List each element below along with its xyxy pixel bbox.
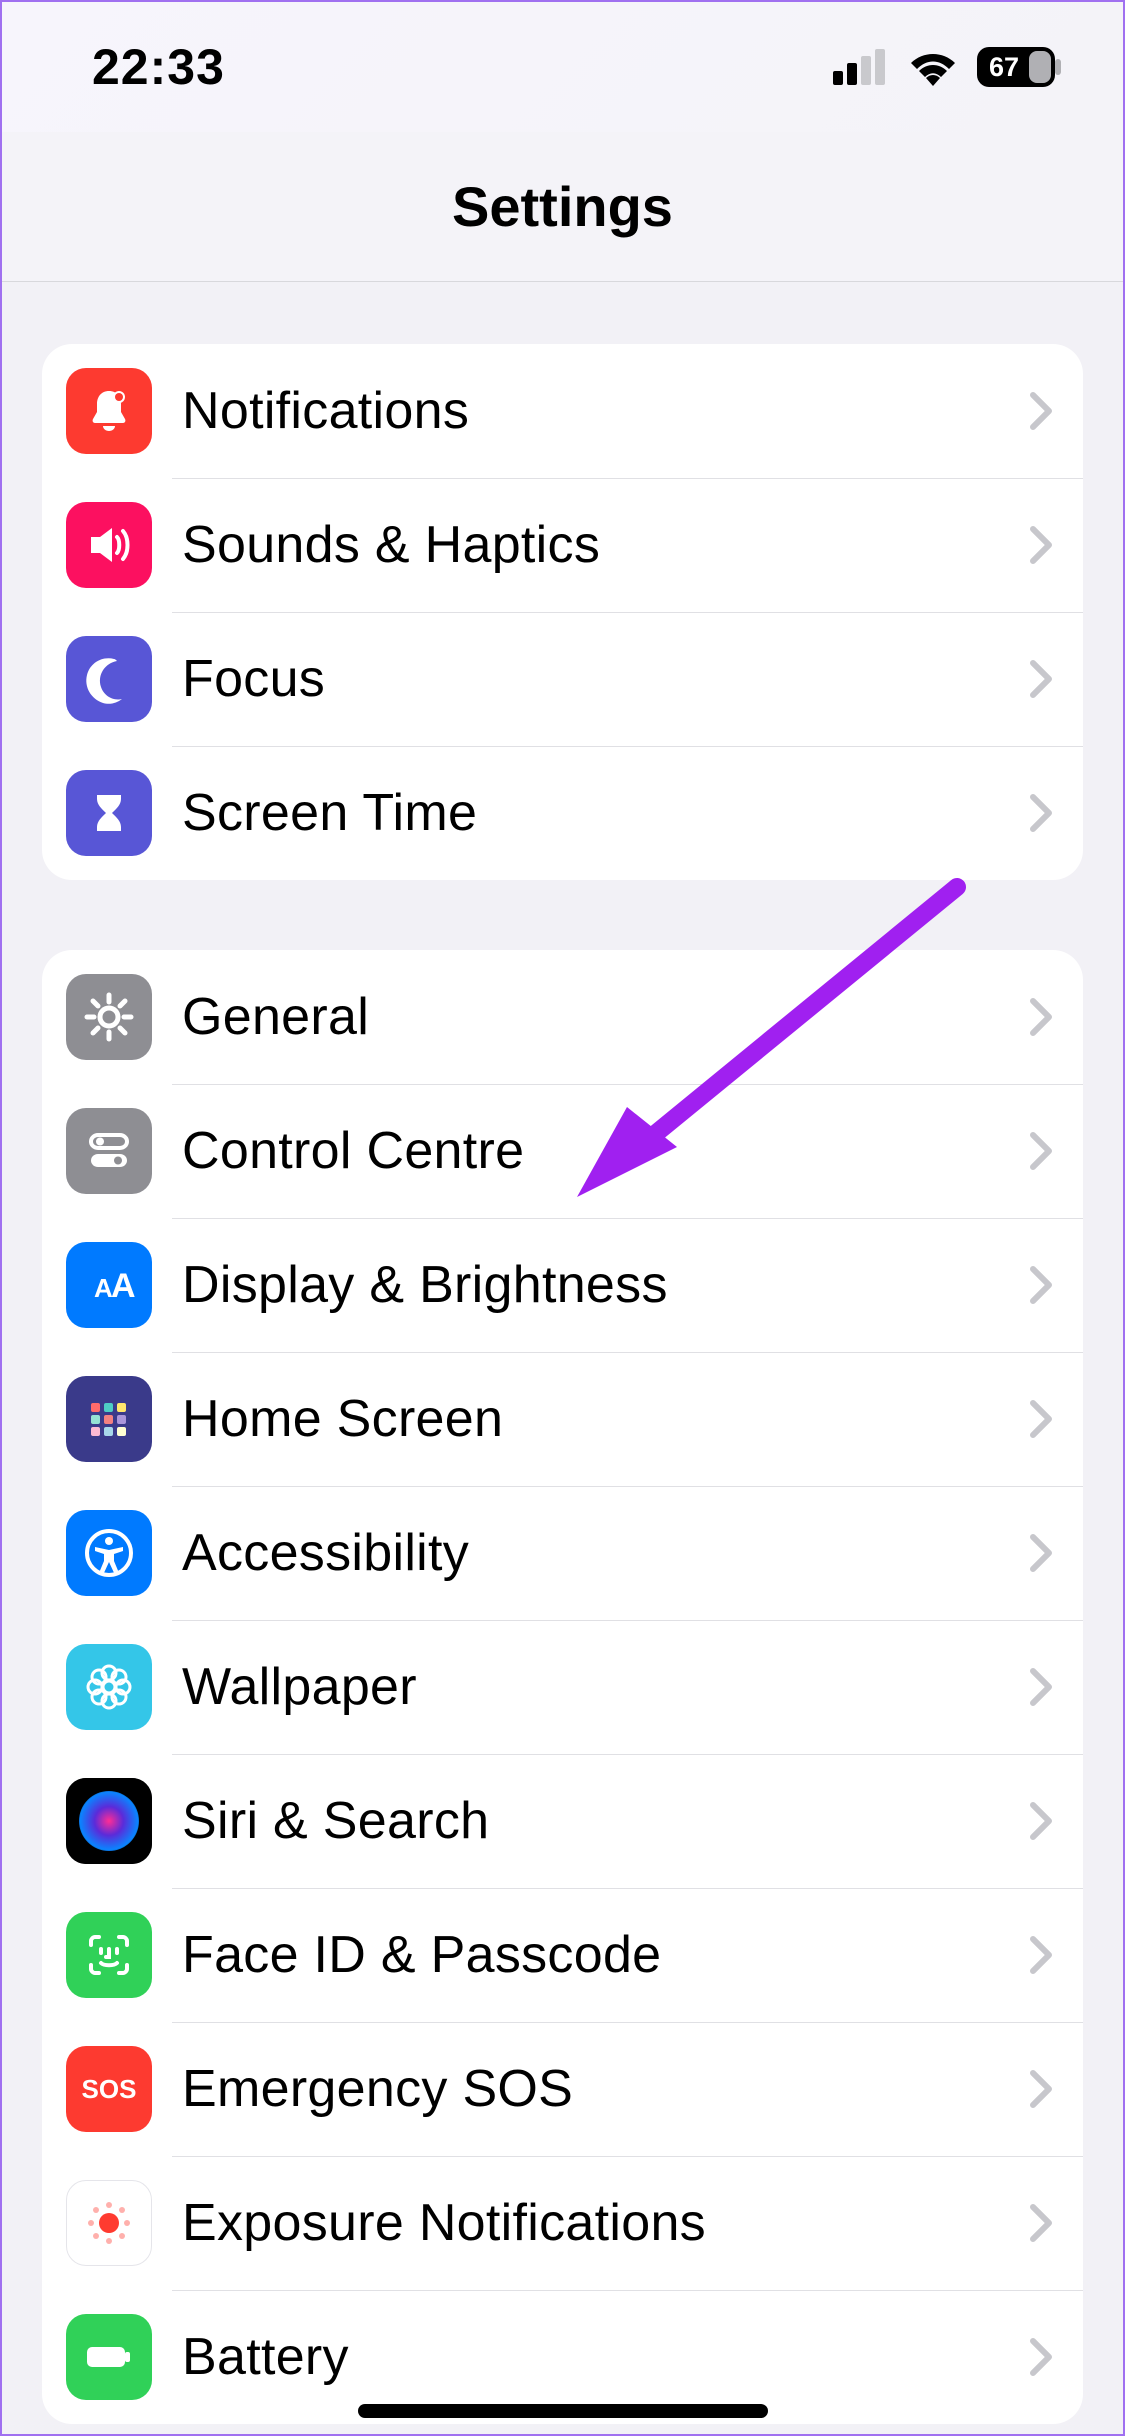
speaker-icon: [66, 502, 152, 588]
status-time: 22:33: [92, 38, 225, 96]
row-label: General: [182, 987, 1029, 1047]
chevron-right-icon: [1029, 1801, 1053, 1841]
chevron-right-icon: [1029, 1935, 1053, 1975]
chevron-right-icon: [1029, 1265, 1053, 1305]
row-sounds[interactable]: Sounds & Haptics: [42, 478, 1083, 612]
row-label: Wallpaper: [182, 1657, 1029, 1717]
chevron-right-icon: [1029, 1131, 1053, 1171]
hourglass-icon: [66, 770, 152, 856]
row-label: Emergency SOS: [182, 2059, 1029, 2119]
home-indicator[interactable]: [358, 2404, 768, 2418]
svg-text:SOS: SOS: [82, 2074, 137, 2104]
nav-header: Settings: [2, 132, 1123, 282]
toggles-icon: [66, 1108, 152, 1194]
battery-icon: 67: [977, 47, 1063, 87]
chevron-right-icon: [1029, 997, 1053, 1037]
siri-icon: [66, 1778, 152, 1864]
row-display[interactable]: AA Display & Brightness: [42, 1218, 1083, 1352]
row-label: Display & Brightness: [182, 1255, 1029, 1315]
app-grid-icon: [66, 1376, 152, 1462]
settings-group-general: General Control Centre AA Display & Brig…: [42, 950, 1083, 2424]
row-label: Siri & Search: [182, 1791, 1029, 1851]
text-size-icon: AA: [66, 1242, 152, 1328]
page-title: Settings: [452, 174, 673, 239]
row-exposure[interactable]: Exposure Notifications: [42, 2156, 1083, 2290]
battery-full-icon: [66, 2314, 152, 2400]
svg-text:67: 67: [989, 52, 1019, 82]
chevron-right-icon: [1029, 1667, 1053, 1707]
faceid-icon: [66, 1912, 152, 1998]
chevron-right-icon: [1029, 525, 1053, 565]
chevron-right-icon: [1029, 659, 1053, 699]
chevron-right-icon: [1029, 1533, 1053, 1573]
row-accessibility[interactable]: Accessibility: [42, 1486, 1083, 1620]
row-label: Home Screen: [182, 1389, 1029, 1449]
row-label: Control Centre: [182, 1121, 1029, 1181]
row-label: Screen Time: [182, 783, 1029, 843]
row-general[interactable]: General: [42, 950, 1083, 1084]
row-wallpaper[interactable]: Wallpaper: [42, 1620, 1083, 1754]
row-siri[interactable]: Siri & Search: [42, 1754, 1083, 1888]
exposure-icon: [66, 2180, 152, 2266]
accessibility-icon: [66, 1510, 152, 1596]
settings-list[interactable]: Notifications Sounds & Haptics Focus Scr…: [2, 284, 1123, 2434]
flower-icon: [66, 1644, 152, 1730]
row-label: Focus: [182, 649, 1029, 709]
moon-icon: [66, 636, 152, 722]
row-control-centre[interactable]: Control Centre: [42, 1084, 1083, 1218]
bell-icon: [66, 368, 152, 454]
chevron-right-icon: [1029, 793, 1053, 833]
row-label: Face ID & Passcode: [182, 1925, 1029, 1985]
settings-group-alerts: Notifications Sounds & Haptics Focus Scr…: [42, 344, 1083, 880]
chevron-right-icon: [1029, 1399, 1053, 1439]
gear-icon: [66, 974, 152, 1060]
cellular-icon: [833, 49, 889, 85]
svg-text:A: A: [111, 1267, 136, 1305]
row-label: Accessibility: [182, 1523, 1029, 1583]
chevron-right-icon: [1029, 2203, 1053, 2243]
row-label: Exposure Notifications: [182, 2193, 1029, 2253]
status-indicators: 67: [833, 47, 1063, 87]
row-label: Sounds & Haptics: [182, 515, 1029, 575]
chevron-right-icon: [1029, 2069, 1053, 2109]
row-focus[interactable]: Focus: [42, 612, 1083, 746]
chevron-right-icon: [1029, 391, 1053, 431]
chevron-right-icon: [1029, 2337, 1053, 2377]
wifi-icon: [907, 48, 959, 86]
row-faceid[interactable]: Face ID & Passcode: [42, 1888, 1083, 2022]
row-sos[interactable]: SOS Emergency SOS: [42, 2022, 1083, 2156]
sos-icon: SOS: [66, 2046, 152, 2132]
row-home-screen[interactable]: Home Screen: [42, 1352, 1083, 1486]
row-notifications[interactable]: Notifications: [42, 344, 1083, 478]
row-label: Notifications: [182, 381, 1029, 441]
row-screentime[interactable]: Screen Time: [42, 746, 1083, 880]
row-label: Battery: [182, 2327, 1029, 2387]
status-bar: 22:33 67: [2, 2, 1123, 132]
